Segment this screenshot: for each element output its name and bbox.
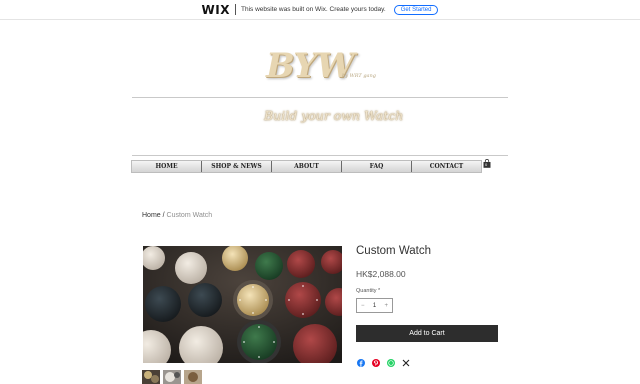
- wix-banner: WIX This website was built on Wix. Creat…: [0, 0, 640, 20]
- header-divider-bottom: [132, 155, 508, 156]
- pinterest-icon[interactable]: [372, 359, 380, 367]
- nav-item-contact[interactable]: CONTACT: [412, 161, 481, 172]
- product-main-image[interactable]: [143, 246, 342, 363]
- x-twitter-icon[interactable]: [402, 359, 410, 367]
- main-nav: HOME SHOP & NEWS ABOUT FAQ CONTACT: [131, 160, 482, 173]
- nav-item-faq[interactable]: FAQ: [342, 161, 412, 172]
- add-to-cart-button[interactable]: Add to Cart: [356, 325, 498, 342]
- whatsapp-icon[interactable]: [387, 359, 395, 367]
- nav-item-home[interactable]: HOME: [132, 161, 202, 172]
- quantity-increment-button[interactable]: +: [384, 303, 388, 309]
- banner-text: This website was built on Wix. Create yo…: [241, 6, 386, 13]
- header-divider-top: [132, 97, 508, 98]
- get-started-button[interactable]: Get Started: [393, 4, 439, 15]
- nav-item-about[interactable]: ABOUT: [272, 161, 342, 172]
- quantity-decrement-button[interactable]: −: [361, 303, 365, 309]
- breadcrumb-current: Custom Watch: [166, 212, 213, 219]
- quantity-value[interactable]: 1: [373, 303, 376, 309]
- share-bar: [357, 359, 410, 367]
- nav-item-shop-news[interactable]: SHOP & NEWS: [202, 161, 272, 172]
- wix-logo[interactable]: WIX: [202, 3, 230, 17]
- cart-count: 0: [485, 162, 488, 167]
- site-logo[interactable]: BYW: [266, 46, 355, 86]
- product-price: HK$2,088.00: [356, 269, 406, 279]
- site-tagline: Build your own Watch: [264, 108, 404, 123]
- quantity-label: Quantity *: [356, 288, 381, 294]
- banner-divider: [235, 4, 236, 15]
- product-title: Custom Watch: [356, 245, 431, 257]
- quantity-stepper[interactable]: − 1 +: [356, 298, 393, 313]
- breadcrumb-home-link[interactable]: Home: [142, 212, 161, 219]
- product-thumbnails: [142, 370, 202, 384]
- breadcrumb: Home / Custom Watch: [142, 212, 212, 219]
- product-thumbnail[interactable]: [142, 370, 160, 384]
- site-logo-subtext: by WRT gang: [342, 73, 376, 79]
- product-thumbnail[interactable]: [163, 370, 181, 384]
- facebook-icon[interactable]: [357, 359, 365, 367]
- product-thumbnail[interactable]: [184, 370, 202, 384]
